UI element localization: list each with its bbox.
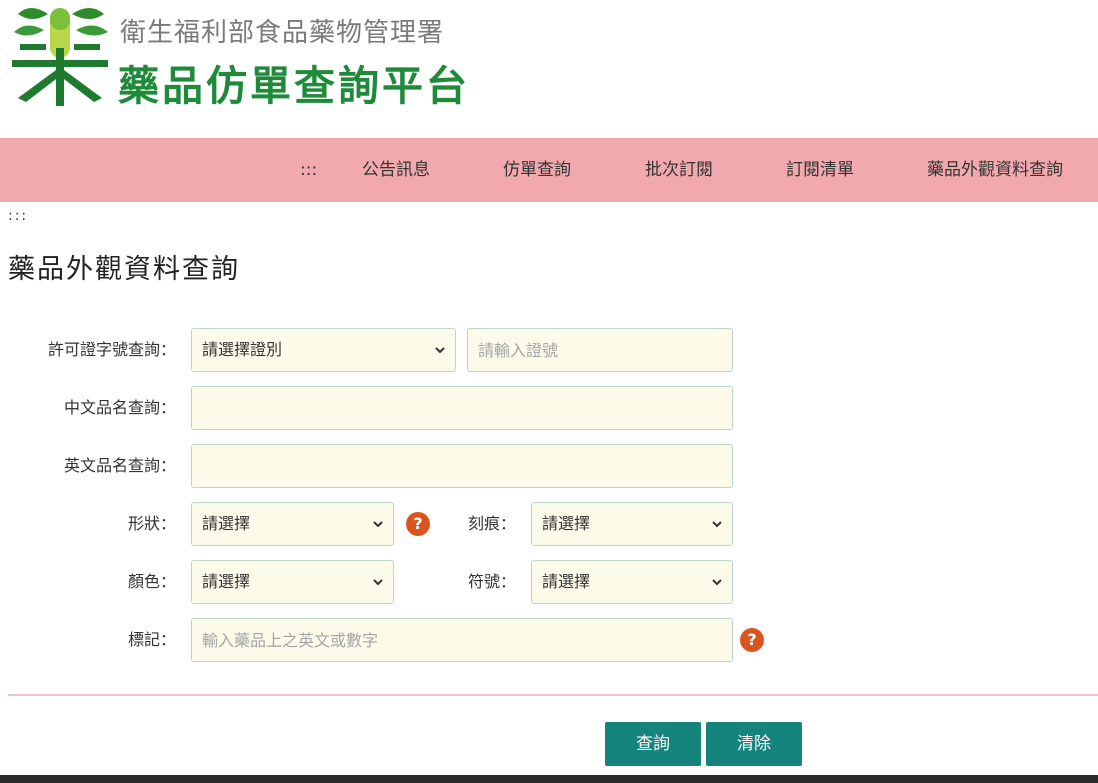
license-type-select[interactable]: 請選擇證別 [191,328,456,372]
nav-item-batch-subscribe[interactable]: 批次訂閱 [645,138,713,202]
color-label: 顏色： [127,572,176,591]
symbol-select[interactable]: 請選擇 [531,560,733,604]
shape-value: 請選擇 [202,514,251,533]
score-select[interactable]: 請選擇 [531,502,733,546]
shape-select[interactable]: 請選擇 [191,502,394,546]
license-type-value: 請選擇證別 [202,340,283,359]
shape-label: 形狀： [127,514,176,533]
license-label: 許可證字號查詢： [47,340,176,359]
nav-item-leaflet-search[interactable]: 仿單查詢 [503,138,571,202]
breadcrumb[interactable]: ::: [8,208,28,224]
score-label: 刻痕： [467,514,516,533]
marking-label: 標記： [127,630,176,649]
marking-input[interactable] [191,618,733,662]
color-select[interactable]: 請選擇 [191,560,394,604]
chinese-name-label: 中文品名查詢： [63,398,176,417]
page-title: 藥品外觀資料查詢 [8,254,240,285]
nav-item-subscription-list[interactable]: 訂閱清單 [786,138,854,202]
agency-name: 衛生福利部食品藥物管理署 [120,18,445,48]
clear-button[interactable]: 清除 [706,722,802,766]
chinese-name-input[interactable] [191,386,733,430]
license-number-input[interactable] [467,328,733,372]
main-nav: ::: 公告訊息 仿單查詢 批次訂閱 訂閱清單 藥品外觀資料查詢 [0,138,1098,202]
nav-item-appearance-search[interactable]: 藥品外觀資料查詢 [927,138,1063,202]
chevron-down-icon [373,521,383,528]
symbol-value: 請選擇 [542,572,591,591]
color-value: 請選擇 [202,572,251,591]
english-name-input[interactable] [191,444,733,488]
form-divider [8,694,1098,696]
symbol-label: 符號： [467,572,516,591]
marking-help-icon[interactable]: ? [740,628,764,652]
shape-help-icon[interactable]: ? [406,512,430,536]
chevron-down-icon [712,521,722,528]
english-name-label: 英文品名查詢： [63,456,176,475]
site-header: 衛生福利部食品藥物管理署 藥品仿單查詢平台 [0,0,1098,138]
search-button[interactable]: 查詢 [605,722,701,766]
score-value: 請選擇 [542,514,591,533]
chevron-down-icon [435,347,445,354]
chevron-down-icon [373,579,383,586]
site-logo-icon[interactable] [10,4,110,108]
nav-accesskey[interactable]: ::: [300,138,317,202]
chevron-down-icon [712,579,722,586]
platform-title[interactable]: 藥品仿單查詢平台 [118,52,470,112]
nav-item-announcements[interactable]: 公告訊息 [362,138,430,202]
bottom-edge [0,775,1098,783]
